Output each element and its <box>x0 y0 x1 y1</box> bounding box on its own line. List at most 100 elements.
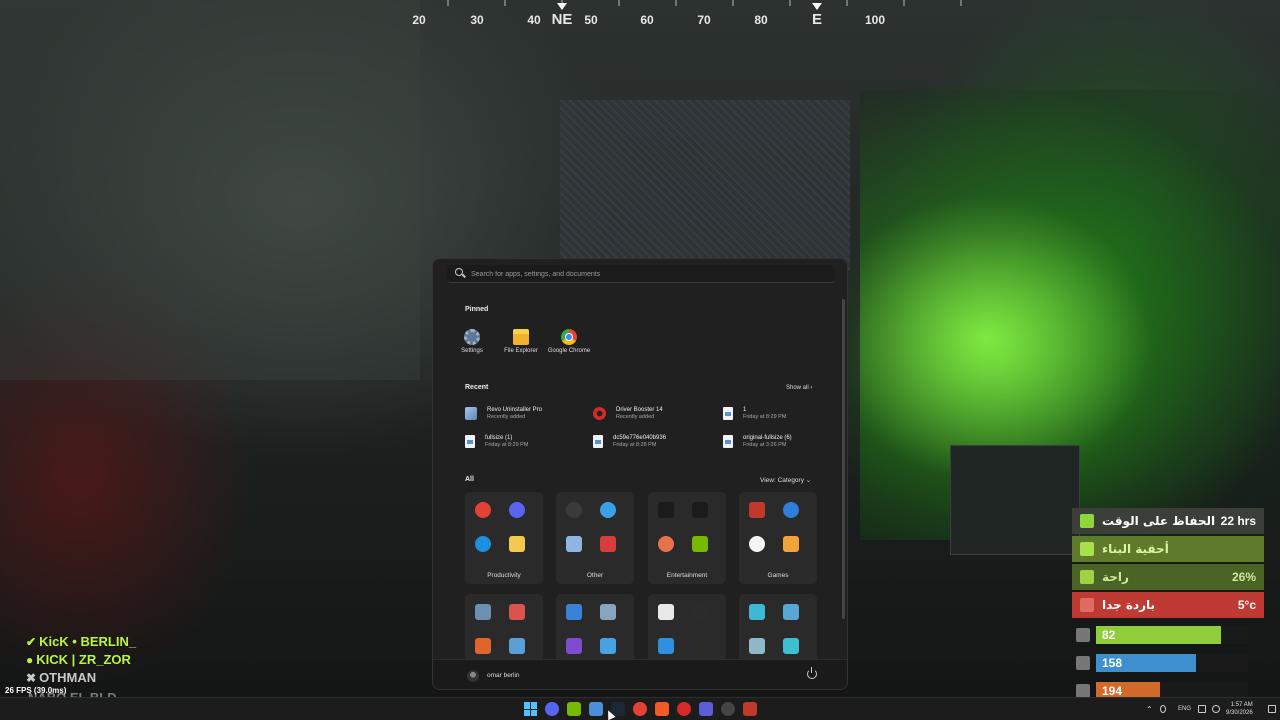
camera-icon[interactable] <box>600 604 616 620</box>
category-folder-productivity[interactable]: Productivity <box>465 492 543 584</box>
epic-games-icon[interactable] <box>658 502 674 518</box>
xbox-icon[interactable] <box>783 536 799 552</box>
obs-icon[interactable] <box>721 702 735 716</box>
control-panel-icon[interactable] <box>509 604 525 620</box>
clock-time: 1:57 AM <box>1230 702 1253 708</box>
driver-booster-icon[interactable] <box>677 702 691 716</box>
show-all-button[interactable]: Show all › <box>783 384 815 392</box>
game-scene-wall <box>0 0 420 380</box>
network-icon[interactable] <box>1198 705 1206 713</box>
recent-item-text: original-fullsize (6) Friday at 3:26 PM <box>743 435 792 448</box>
gear-icon <box>464 329 480 345</box>
status-value: 5°c <box>1237 598 1256 612</box>
network-icon[interactable] <box>749 638 765 654</box>
recent-item-name: dc59e776e040b936 <box>613 434 667 441</box>
avatar[interactable] <box>467 670 479 682</box>
chrome-icon <box>561 329 577 345</box>
update-icon[interactable] <box>783 502 799 518</box>
game-icon[interactable] <box>749 502 765 518</box>
language-indicator[interactable]: ENG <box>1178 706 1191 712</box>
notifications-icon[interactable] <box>1268 705 1276 713</box>
cold-icon <box>1080 598 1094 612</box>
nvidia-icon[interactable] <box>692 536 708 552</box>
recent-item[interactable]: fullsize (1) Friday at 8:29 PM <box>465 431 585 451</box>
compass-tick <box>618 0 620 6</box>
clock[interactable]: 1:57 AM 9/30/2026 <box>1226 701 1253 717</box>
user-name[interactable]: omar berlin <box>487 672 520 679</box>
discord-icon[interactable] <box>545 702 559 716</box>
category-folder[interactable] <box>465 594 543 664</box>
pinned-app-file-explorer[interactable]: File Explorer <box>497 329 545 354</box>
food-icon <box>1076 684 1090 698</box>
vpn-icon[interactable] <box>699 702 713 716</box>
volume-icon[interactable] <box>1212 705 1220 713</box>
booster-icon <box>593 406 606 420</box>
recent-item[interactable]: original-fullsize (6) Friday at 3:26 PM <box>723 431 843 451</box>
water-icon <box>1076 656 1090 670</box>
compass-tick <box>960 0 962 6</box>
chat-status-icon: ✔ <box>26 635 37 649</box>
store-icon[interactable] <box>509 536 525 552</box>
status-row: الحفاظ على الوقت 22 hrs <box>1072 508 1264 534</box>
paint-icon[interactable] <box>566 604 582 620</box>
edge-icon[interactable] <box>475 536 491 552</box>
recent-item[interactable]: Driver Booster 14 Recently added <box>593 403 713 423</box>
category-folder-entertainment[interactable]: Entertainment <box>648 492 726 584</box>
microphone-icon[interactable] <box>1160 705 1166 713</box>
remote-icon[interactable] <box>783 604 799 620</box>
installer-icon[interactable] <box>509 638 525 654</box>
recent-item[interactable]: 1 Friday at 8:29 PM <box>723 403 843 423</box>
ea-icon[interactable] <box>749 536 765 552</box>
terminal-icon[interactable] <box>692 604 708 620</box>
chat-player-name: KicK • BERLIN_ <box>39 634 137 649</box>
cube-icon <box>1080 542 1094 556</box>
discord-icon[interactable] <box>509 502 525 518</box>
compass-tick <box>447 0 449 6</box>
task-manager-icon[interactable] <box>589 702 603 716</box>
vscode-icon[interactable] <box>658 638 674 654</box>
chat-line: ✔ KicK • BERLIN_ <box>26 634 136 652</box>
power-button[interactable] <box>807 667 817 679</box>
chatgpt-icon[interactable] <box>658 604 674 620</box>
chrome-icon[interactable] <box>475 502 491 518</box>
view-category-dropdown[interactable]: View: Category ⌄ <box>760 476 811 484</box>
category-folder[interactable] <box>556 594 634 664</box>
search-input[interactable] <box>471 267 821 281</box>
start-menu-scrollbar[interactable] <box>842 299 845 619</box>
category-folder[interactable] <box>739 594 817 664</box>
health-icon <box>1076 628 1090 642</box>
compass-bar: 20 30 40 NE 50 60 70 80 E 100 <box>395 0 962 34</box>
category-icon-grid <box>658 502 716 562</box>
pinned-app-google-chrome[interactable]: Google Chrome <box>545 329 593 354</box>
people-icon[interactable] <box>783 638 799 654</box>
folder-icon[interactable] <box>475 638 491 654</box>
category-folder-other[interactable]: Other <box>556 492 634 584</box>
fps-counter: 26 FPS (39.0ms) <box>5 686 67 695</box>
category-folder[interactable] <box>648 594 726 664</box>
clipchamp-icon[interactable] <box>566 638 582 654</box>
audio-icon[interactable] <box>692 502 708 518</box>
chevron-up-icon[interactable]: ⌃ <box>1146 705 1153 714</box>
gear-icon[interactable] <box>475 604 491 620</box>
game-icon[interactable] <box>743 702 757 716</box>
obs-icon[interactable] <box>566 502 582 518</box>
apps-icon[interactable] <box>600 536 616 552</box>
water-bar: 158 <box>1072 654 1272 672</box>
recent-item[interactable]: Revo Uninstaller Pro Recently added <box>465 403 585 423</box>
category-folder-games[interactable]: Games <box>739 492 817 584</box>
compass-label: 70 <box>697 13 711 27</box>
recent-item[interactable]: dc59e776e040b936 Friday at 8:28 PM <box>593 431 713 451</box>
search-box[interactable] <box>447 265 835 283</box>
chrome-icon[interactable] <box>633 702 647 716</box>
pinned-app-settings[interactable]: Settings <box>448 329 496 354</box>
globe-icon[interactable] <box>600 638 616 654</box>
brave-icon[interactable] <box>655 702 669 716</box>
taskbar: ⌃ ENG 1:57 AM 9/30/2026 <box>0 697 1280 720</box>
recent-title: Recent <box>465 384 489 391</box>
browser-icon[interactable] <box>600 502 616 518</box>
revo-icon[interactable] <box>566 536 582 552</box>
windows-start-icon[interactable] <box>524 702 538 716</box>
display-icon[interactable] <box>749 604 765 620</box>
media-player-icon[interactable] <box>658 536 674 552</box>
nvidia-app-icon[interactable] <box>567 702 581 716</box>
